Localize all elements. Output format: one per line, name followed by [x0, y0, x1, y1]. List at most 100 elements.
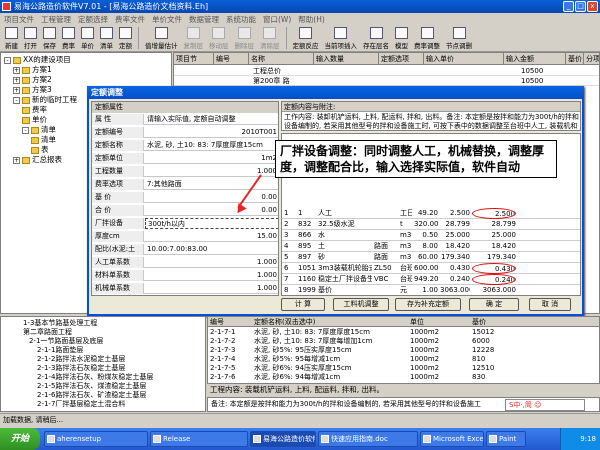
toolbar-button[interactable]: 移动层 — [207, 26, 231, 51]
start-button[interactable]: 开始 — [0, 428, 40, 450]
menu-item[interactable]: 项目文件 — [4, 14, 34, 25]
prop-row[interactable]: 定额名称 水泥, 砂, 土10: 83: 7厚度厚度15cm — [92, 140, 278, 151]
library-row[interactable]: 2-1-7-1 水泥, 砂, 土10: 83: 7厚度厚度15cm 1000m2 15… — [208, 328, 599, 337]
prop-row[interactable]: 机械单系数 1.000 — [92, 283, 278, 294]
quota-adjust-dialog[interactable]: 定额调整 定额属性 属 性请输入实际值, 定额自动调整 定额编号 2010T001 定… — [87, 86, 584, 316]
toolbar-button[interactable]: 存在层名 — [361, 26, 391, 51]
tree-node[interactable]: + 方案3 — [13, 85, 52, 95]
main-grid-header-cell[interactable]: 输入金额 — [504, 53, 566, 65]
toolbar-button[interactable]: 模型 — [393, 26, 410, 51]
quota-props-table[interactable]: 定额属性 属 性请输入实际值, 定额自动调整 定额编号 2010T001 定额名称 水泥… — [91, 101, 279, 296]
tree-node[interactable]: 清单 — [31, 135, 56, 145]
prop-row[interactable]: 定额单位 1m2 — [92, 153, 278, 164]
maximize-button[interactable]: □ — [575, 1, 586, 12]
library-row[interactable]: 2-1-7-5 水泥, 砂6%: 94压实厚度15cm 1000m2 12510 — [208, 364, 599, 373]
resource-row[interactable]: 5 897 砂路面 m3 60.00 179.340 179.340 — [282, 252, 580, 263]
tree-node[interactable]: + 汇总报表 — [13, 155, 62, 165]
library-row[interactable]: 2-1-7-2 水泥, 砂, 土10: 83: 7厚度每增加1cm 1000m2 60… — [208, 337, 599, 346]
toolbar-button[interactable]: 复制层 — [182, 26, 206, 51]
taskbar-task[interactable]: Release — [150, 431, 248, 447]
dialog-button[interactable]: 确 定 — [469, 298, 519, 311]
library-tree-node[interactable]: 第二章路面工程 — [23, 328, 72, 337]
taskbar-task[interactable]: 易海公路造价软件... — [250, 431, 316, 447]
library-tree-node[interactable]: 2-1-2路拌法水泥稳定土基层 — [37, 355, 125, 364]
library-header-cell[interactable]: 单位 — [408, 317, 470, 327]
minimize-button[interactable]: _ — [563, 1, 574, 12]
prop-row[interactable]: 厂拌设备 300t/h以内 — [92, 218, 278, 229]
prop-value[interactable]: 1.000 — [145, 270, 278, 281]
expand-icon[interactable]: + — [13, 156, 20, 164]
main-grid-header-cell[interactable]: 基价 — [566, 53, 584, 65]
toolbar-button[interactable]: 清单 — [98, 26, 115, 51]
resource-row[interactable]: 4 895 土 路面 m3 8.00 18.420 18.420 — [282, 241, 580, 252]
toolbar-button[interactable]: 新建 — [3, 26, 20, 51]
prop-row[interactable]: 合 价 0.00 — [92, 205, 278, 216]
tree-node[interactable]: 费率 — [22, 105, 47, 115]
expand-icon[interactable]: + — [13, 66, 20, 74]
tree-node[interactable]: + 方案1 — [13, 65, 52, 75]
library-row[interactable]: 2-1-7-3 水泥, 砂5%: 95压实厚度15cm 1000m2 12228 — [208, 346, 599, 355]
library-tree-node[interactable]: 2-1-3路拌法石灰稳定土基层 — [37, 364, 125, 373]
library-tree-node[interactable]: 2-1-1路面垫层 — [37, 346, 83, 355]
tree-node[interactable]: 表 — [31, 145, 49, 155]
prop-value[interactable]: 2010T001 — [145, 127, 278, 138]
toolbar-button[interactable]: 打开 — [22, 26, 39, 51]
main-grid-row[interactable]: 工程总价 10500 — [174, 66, 599, 76]
main-grid-header-cell[interactable]: 项目节 — [174, 53, 214, 65]
main-grid-row[interactable]: 第200章 路 10500 — [174, 76, 599, 86]
prop-value[interactable]: 水泥, 砂, 土10: 83: 7厚度厚度15cm — [145, 140, 278, 151]
resource-row[interactable]: 81999基价元1.003063.0003063.000 — [282, 285, 580, 295]
menu-item[interactable]: 数据管理 — [189, 14, 219, 25]
menu-item[interactable]: 帮助(H) — [298, 14, 325, 25]
prop-value[interactable]: 1m2 — [145, 153, 278, 164]
menu-item[interactable]: 窗口(W) — [263, 14, 291, 25]
toolbar-button[interactable]: 单价 — [79, 26, 96, 51]
tree-node[interactable]: - XX的建设项目 — [4, 55, 71, 65]
resource-row[interactable]: 6 10513m3装载机轮胎式ZL50 台班600.00 0.4300.430 — [282, 263, 580, 274]
tree-node[interactable]: 单价 — [22, 115, 47, 125]
toolbar-button[interactable]: 保存 — [41, 26, 58, 51]
library-row[interactable]: 2-1-7-6 水泥, 砂6%: 94每增减1cm 1000m2 830 — [208, 373, 599, 382]
library-tree-node[interactable]: 2-1-6路拌法石灰、矿渣稳定土基层 — [37, 391, 146, 400]
prop-row[interactable]: 工程数量 1.000 — [92, 166, 278, 177]
ime-toolbar[interactable]: S中·,简 ☺ — [505, 399, 585, 411]
prop-value[interactable]: 15.00 — [145, 231, 278, 242]
expand-icon[interactable]: - — [13, 96, 20, 104]
resource-row[interactable]: 3 866 水 m3 0.50 25.000 25.000 — [282, 230, 580, 241]
dialog-button[interactable]: 取 消 — [529, 298, 571, 311]
prop-row[interactable]: 配比(水泥:土 10.00:7.00:83.00 — [92, 244, 278, 255]
library-header-cell[interactable]: 基价 — [470, 317, 530, 327]
prop-value[interactable]: 1.000 — [145, 257, 278, 268]
main-grid-header-cell[interactable]: 编号 — [214, 53, 249, 65]
expand-icon[interactable]: + — [13, 86, 20, 94]
resource-row[interactable]: 7 1160稳定土厂拌设备生产VBC 台班949.20 0.2400.240 — [282, 274, 580, 285]
resource-row[interactable]: 2 832 32.5级水泥 t 320.00 28.799 28.799 — [282, 219, 580, 230]
toolbar-button[interactable]: 定额 — [117, 26, 134, 51]
main-grid-header-cell[interactable]: 定额选项 — [379, 53, 424, 65]
library-header-cell[interactable]: 定额名称(双击选中) — [252, 317, 408, 327]
library-header-cell[interactable]: 编号 — [208, 317, 252, 327]
toolbar-button[interactable]: 费率 — [60, 26, 77, 51]
menu-item[interactable]: 工程管理 — [41, 14, 71, 25]
expand-icon[interactable]: - — [4, 56, 11, 64]
quota-library-grid[interactable]: 编号 定额名称(双击选中) 单位 基价 2-1-7-1 水泥, 砂, 土10: 83: … — [207, 316, 600, 384]
resource-row[interactable]: 1 1 人工 工日 49.20 2.5002.500 — [282, 208, 580, 219]
main-grid-header-cell[interactable]: 分项单价 — [584, 53, 599, 65]
prop-row[interactable]: 人工单系数 1.000 — [92, 257, 278, 268]
library-tree-node[interactable]: 2-1-4路拌法石灰、粉煤灰稳定土基层 — [37, 373, 153, 382]
prop-value[interactable]: 1.000 — [145, 283, 278, 294]
taskbar-task[interactable]: 快速应用指南.doc — [318, 431, 418, 447]
toolbar-button[interactable]: 清除层 — [258, 26, 282, 51]
tree-node[interactable]: - 清单 — [22, 125, 56, 135]
library-tree-node[interactable]: 2-1一节路面基层及底层 — [29, 337, 103, 346]
toolbar-button[interactable]: 费率调整 — [412, 26, 442, 51]
main-grid-header-cell[interactable]: 输入单价 — [424, 53, 504, 65]
prop-value[interactable]: 300t/h以内 — [145, 218, 278, 229]
prop-row[interactable]: 属 性请输入实际值, 定额自动调整 — [92, 114, 278, 125]
quota-library-tree[interactable]: 1-3基本节路基处理工程 第二章路面工程 2-1一节路面基层及底层 2-1-1路面垫层… — [0, 316, 206, 412]
dialog-button[interactable]: 工料机调整 — [333, 298, 389, 311]
toolbar-button[interactable]: 当前项插入 — [323, 26, 360, 51]
close-button[interactable]: x — [587, 1, 598, 12]
dialog-button[interactable]: 存为补充定额 — [395, 298, 461, 311]
menu-item[interactable]: 定额选择 — [78, 14, 108, 25]
